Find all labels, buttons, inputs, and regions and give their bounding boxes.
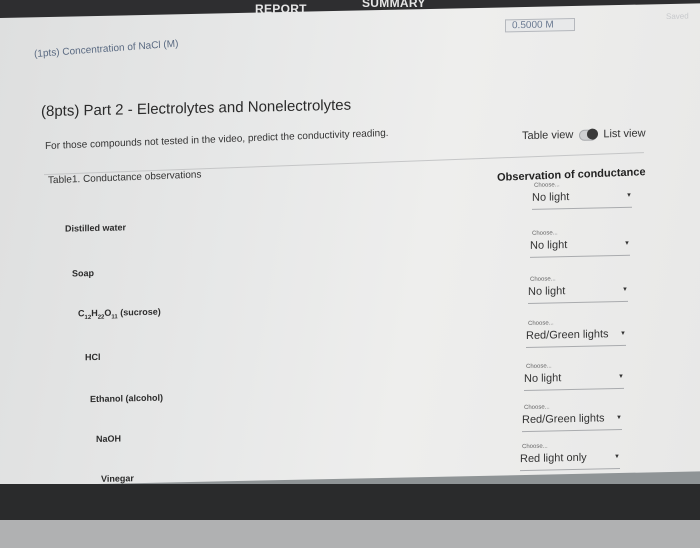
dropdown-placeholder: Choose... bbox=[528, 320, 554, 327]
select-soap[interactable]: Choose... No light ▼ bbox=[530, 229, 630, 261]
chevron-down-icon: ▼ bbox=[620, 330, 626, 338]
dropdown-value: No light bbox=[528, 285, 566, 298]
row-label-distilled-water: Distilled water bbox=[65, 222, 127, 234]
dropdown-underline bbox=[528, 300, 628, 304]
view-toggle[interactable]: Table view List view bbox=[522, 127, 646, 142]
select-naoh[interactable]: Choose... Red/Green lights ▼ bbox=[522, 403, 622, 435]
select-sucrose[interactable]: Choose... No light ▼ bbox=[528, 275, 628, 307]
dropdown-placeholder: Choose... bbox=[534, 182, 560, 189]
worksheet-page: (1pts) Concentration of NaCl (M) 0.5000 … bbox=[0, 3, 700, 486]
previous-answer-field[interactable]: 0.5000 M bbox=[505, 17, 575, 33]
select-ethanol[interactable]: Choose... No light ▼ bbox=[524, 362, 624, 394]
dropdown-underline bbox=[520, 468, 620, 472]
row-label-naoh: NaOH bbox=[96, 433, 122, 444]
dropdown-value: No light bbox=[524, 372, 562, 386]
row-label-vinegar: Vinegar bbox=[101, 473, 134, 484]
section-heading: (8pts) Part 2 - Electrolytes and Nonelec… bbox=[41, 96, 352, 121]
desk-surface bbox=[0, 520, 700, 548]
chevron-down-icon: ▼ bbox=[616, 414, 622, 422]
dropdown-underline bbox=[530, 254, 630, 258]
dropdown-value: No light bbox=[530, 239, 568, 252]
dropdown-placeholder: Choose... bbox=[524, 404, 550, 412]
dropdown-placeholder: Choose... bbox=[532, 230, 558, 237]
dropdown-value: Red/Green lights bbox=[526, 328, 609, 342]
dropdown-value: Red light only bbox=[520, 451, 587, 466]
dropdown-placeholder: Choose... bbox=[522, 443, 548, 451]
dropdown-placeholder: Choose... bbox=[530, 276, 556, 283]
previous-question-label: (1pts) Concentration of NaCl (M) bbox=[33, 38, 179, 61]
view-toggle-switch[interactable] bbox=[579, 127, 599, 141]
select-hcl[interactable]: Choose... Red/Green lights ▼ bbox=[526, 319, 626, 351]
dropdown-underline bbox=[526, 344, 626, 348]
chevron-down-icon: ▼ bbox=[624, 240, 630, 247]
row-label-hcl: HCl bbox=[85, 351, 101, 363]
table-view-label[interactable]: Table view bbox=[522, 129, 573, 142]
dropdown-underline bbox=[524, 387, 624, 392]
chevron-down-icon: ▼ bbox=[618, 373, 624, 381]
list-view-label[interactable]: List view bbox=[603, 127, 645, 140]
saved-status: Saved bbox=[666, 11, 689, 22]
row-label-soap: Soap bbox=[72, 268, 95, 279]
chevron-down-icon: ▼ bbox=[622, 286, 628, 293]
select-distilled-water[interactable]: Choose... No light ▼ bbox=[532, 181, 632, 213]
dropdown-underline bbox=[522, 428, 622, 433]
dropdown-value: No light bbox=[532, 191, 570, 204]
row-label-sucrose: C12H22O11 (sucrose) bbox=[78, 306, 161, 322]
instructions-text: For those compounds not tested in the vi… bbox=[44, 127, 389, 153]
chevron-down-icon: ▼ bbox=[614, 454, 620, 461]
dropdown-underline bbox=[532, 206, 632, 210]
select-vinegar[interactable]: Choose... Red light only ▼ bbox=[520, 442, 620, 474]
chevron-down-icon: ▼ bbox=[626, 192, 632, 199]
toggle-knob bbox=[587, 127, 599, 140]
row-label-ethanol: Ethanol (alcohol) bbox=[90, 392, 163, 405]
dropdown-placeholder: Choose... bbox=[526, 363, 552, 370]
dropdown-value: Red/Green lights bbox=[522, 412, 605, 427]
